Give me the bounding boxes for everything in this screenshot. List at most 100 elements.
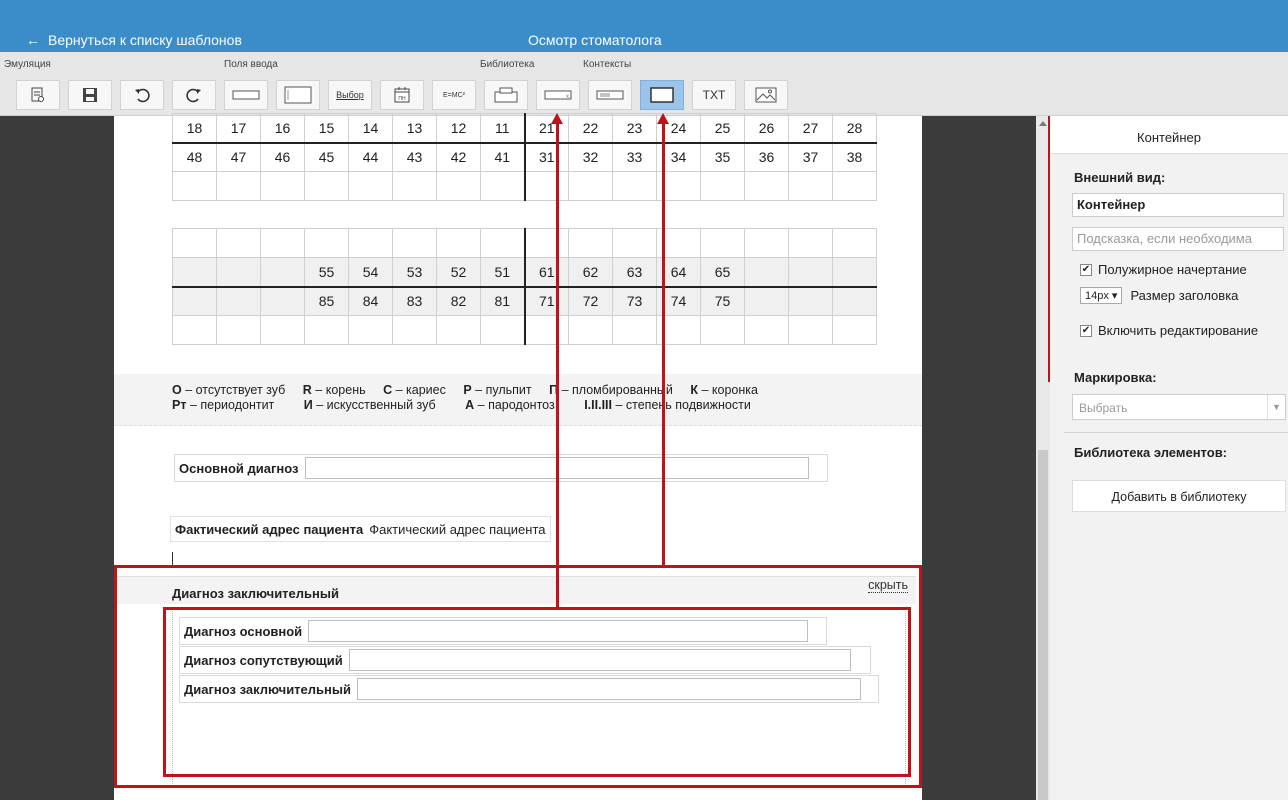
tooth-cell[interactable]: 11 (480, 113, 525, 144)
status-cell[interactable] (260, 315, 305, 345)
tooth-cell[interactable]: 16 (260, 113, 305, 144)
tooth-cell[interactable]: 51 (480, 257, 525, 288)
tooth-cell[interactable]: 72 (568, 286, 613, 316)
tooth-cell[interactable]: 26 (744, 113, 789, 144)
status-cell[interactable] (260, 228, 305, 258)
status-cell[interactable] (480, 315, 525, 345)
container-name-input[interactable]: Контейнер (1072, 193, 1284, 217)
hint-input[interactable]: Подсказка, если необходима (1072, 227, 1284, 251)
add-to-library-button[interactable]: Добавить в библиотеку (1072, 480, 1286, 512)
tooth-cell[interactable]: 33 (612, 142, 657, 172)
status-cell[interactable] (788, 315, 833, 345)
back-to-templates-link[interactable]: ← Вернуться к списку шаблонов (26, 32, 242, 48)
tooth-cell[interactable]: 71 (523, 286, 569, 316)
date-button[interactable]: ПН (380, 80, 424, 110)
tooth-cell[interactable] (216, 286, 261, 316)
scrollbar-thumb[interactable] (1038, 450, 1048, 800)
tooth-cell[interactable]: 83 (392, 286, 437, 316)
tooth-cell[interactable] (260, 257, 305, 288)
status-cell[interactable] (523, 171, 569, 201)
tooth-cell[interactable]: 44 (348, 142, 393, 172)
tooth-cell[interactable]: 13 (392, 113, 437, 144)
status-cell[interactable] (216, 171, 261, 201)
tooth-cell[interactable] (172, 257, 217, 288)
status-cell[interactable] (744, 171, 789, 201)
tooth-cell[interactable]: 31 (523, 142, 569, 172)
status-cell[interactable] (172, 228, 217, 258)
tooth-cell[interactable]: 55 (304, 257, 349, 288)
status-cell[interactable] (832, 228, 877, 258)
final-diagnosis-container[interactable]: Диагноз заключительный скрыть Диагноз ос… (114, 568, 922, 800)
tooth-cell[interactable] (788, 257, 833, 288)
status-cell[interactable] (700, 315, 745, 345)
library-field-button[interactable]: x (536, 80, 580, 110)
tooth-cell[interactable] (832, 286, 877, 316)
status-cell[interactable] (392, 228, 437, 258)
status-cell[interactable] (568, 315, 613, 345)
tooth-cell[interactable]: 38 (832, 142, 877, 172)
tooth-cell[interactable]: 43 (392, 142, 437, 172)
editing-checkbox[interactable]: ✔ Включить редактирование (1080, 323, 1258, 338)
tooth-cell[interactable] (260, 286, 305, 316)
tooth-cell[interactable]: 14 (348, 113, 393, 144)
text-field-button[interactable] (224, 80, 268, 110)
status-cell[interactable] (436, 171, 481, 201)
status-cell[interactable] (392, 315, 437, 345)
status-cell[interactable] (172, 315, 217, 345)
txt-button[interactable]: TXT (692, 80, 736, 110)
tooth-cell[interactable]: 81 (480, 286, 525, 316)
tooth-cell[interactable]: 15 (304, 113, 349, 144)
status-cell[interactable] (436, 228, 481, 258)
formula-button[interactable]: E=MC² (432, 80, 476, 110)
library-block-button[interactable] (484, 80, 528, 110)
status-cell[interactable] (700, 228, 745, 258)
document-scrollbar[interactable] (1036, 116, 1050, 800)
container-button[interactable] (640, 80, 684, 110)
status-cell[interactable] (216, 228, 261, 258)
tooth-cell[interactable]: 17 (216, 113, 261, 144)
status-cell[interactable] (348, 171, 393, 201)
diagnosis-concomitant-input[interactable] (348, 649, 851, 671)
status-cell[interactable] (480, 171, 525, 201)
tooth-cell[interactable]: 45 (304, 142, 349, 172)
choice-button[interactable]: Выбор (328, 80, 372, 110)
tooth-cell[interactable]: 35 (700, 142, 745, 172)
hide-link[interactable]: скрыть (868, 578, 908, 593)
save-button[interactable] (68, 80, 112, 110)
tooth-cell[interactable]: 65 (700, 257, 745, 288)
status-cell[interactable] (260, 171, 305, 201)
status-cell[interactable] (568, 171, 613, 201)
tooth-cell[interactable] (788, 286, 833, 316)
context-field-button[interactable] (588, 80, 632, 110)
status-cell[interactable] (744, 315, 789, 345)
bold-checkbox[interactable]: ✔ Полужирное начертание (1080, 262, 1247, 277)
status-cell[interactable] (568, 228, 613, 258)
status-cell[interactable] (612, 228, 657, 258)
tooth-cell[interactable]: 75 (700, 286, 745, 316)
status-cell[interactable] (436, 315, 481, 345)
tooth-cell[interactable]: 12 (436, 113, 481, 144)
status-cell[interactable] (612, 171, 657, 201)
scroll-up-icon[interactable] (1039, 121, 1047, 126)
tooth-cell[interactable]: 62 (568, 257, 613, 288)
tooth-cell[interactable]: 53 (392, 257, 437, 288)
status-cell[interactable] (744, 228, 789, 258)
heading-size-select[interactable]: 14px ▾ (1080, 287, 1123, 304)
tooth-cell[interactable] (172, 286, 217, 316)
address-value[interactable]: Фактический адрес пациента (369, 522, 545, 537)
status-cell[interactable] (700, 171, 745, 201)
diagnosis-final-input[interactable] (356, 678, 861, 700)
tooth-cell[interactable] (832, 257, 877, 288)
tooth-cell[interactable] (216, 257, 261, 288)
tooth-cell[interactable]: 84 (348, 286, 393, 316)
tooth-cell[interactable]: 48 (172, 142, 217, 172)
tooth-cell[interactable]: 36 (744, 142, 789, 172)
textarea-button[interactable] (276, 80, 320, 110)
status-cell[interactable] (392, 171, 437, 201)
status-cell[interactable] (523, 228, 569, 258)
tooth-cell[interactable]: 52 (436, 257, 481, 288)
tooth-cell[interactable]: 32 (568, 142, 613, 172)
status-cell[interactable] (304, 315, 349, 345)
status-cell[interactable] (832, 315, 877, 345)
tooth-cell[interactable] (744, 257, 789, 288)
